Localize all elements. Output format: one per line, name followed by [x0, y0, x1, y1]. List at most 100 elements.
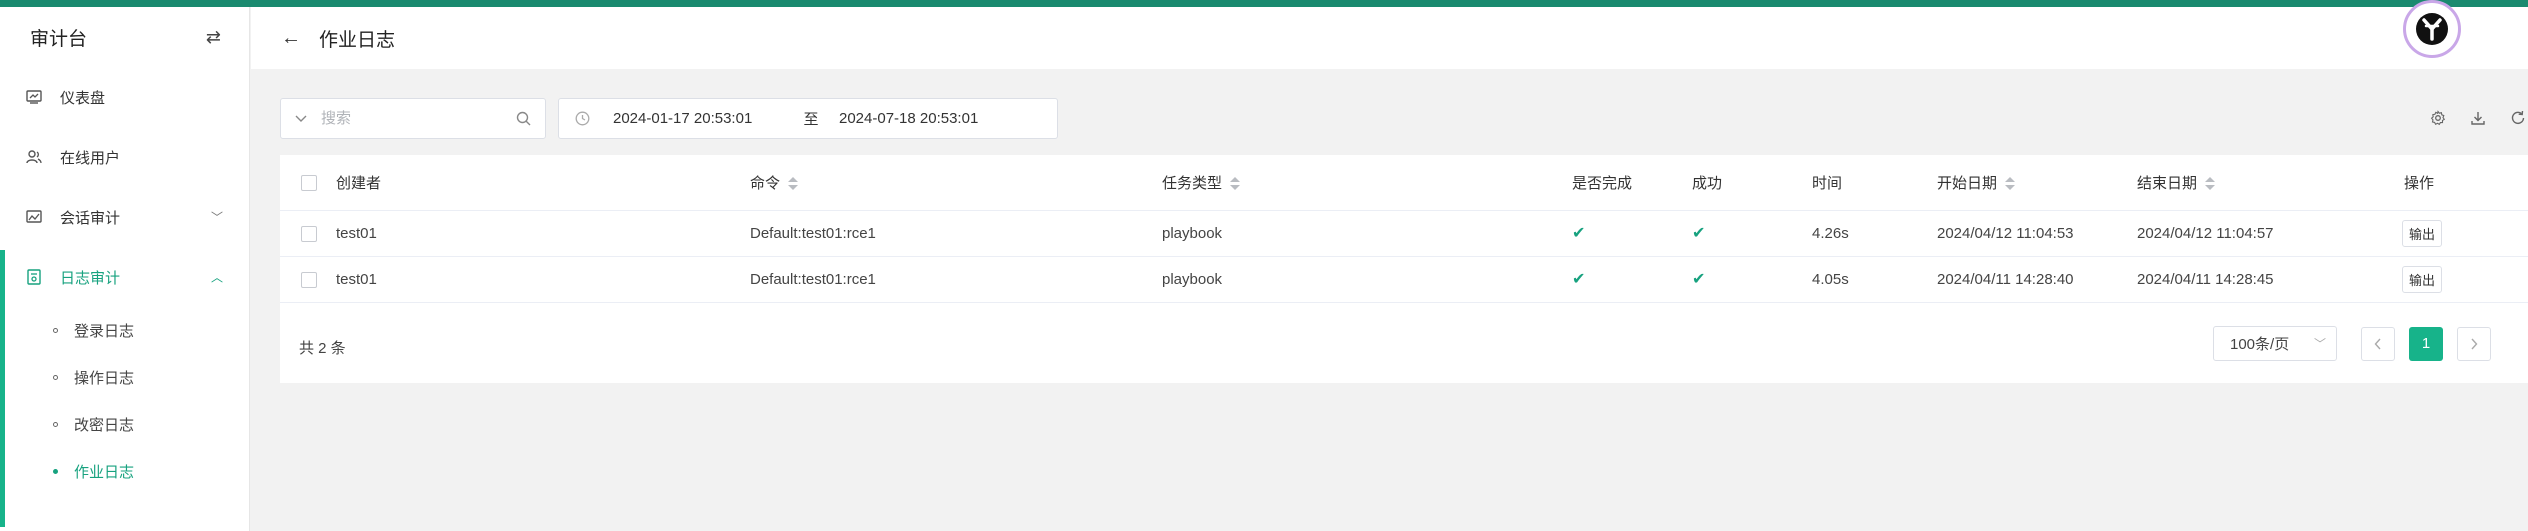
date-end[interactable]: 2024-07-18 20:53:01: [839, 110, 1029, 127]
check-icon: ✔: [1572, 225, 1586, 242]
bullet-icon: [53, 328, 58, 333]
check-icon: ✔: [1572, 271, 1586, 288]
sidebar-item-label: 日志审计: [60, 269, 121, 287]
check-icon: ✔: [1692, 225, 1706, 242]
cell-time: 4.26s: [1812, 210, 1937, 257]
settings-icon[interactable]: [2428, 108, 2448, 128]
page-number-current[interactable]: 1: [2409, 326, 2443, 361]
table-row: test01 Default:test01:rce1 playbook ✔ ✔ …: [280, 256, 2528, 303]
back-arrow-icon[interactable]: ←: [281, 27, 301, 50]
sidebar-item-label: 会话审计: [60, 209, 121, 227]
chevron-right-icon: [2471, 338, 2478, 349]
chevron-up-icon: ︿: [210, 270, 223, 285]
sidebar-item-dashboard[interactable]: 仪表盘: [0, 67, 249, 127]
cell-task-type: playbook: [1162, 210, 1572, 257]
sidebar-subitem-label: 改密日志: [74, 417, 135, 434]
sidebar-subitem-login-log[interactable]: 登录日志: [0, 307, 249, 354]
sidebar-header: 审计台 ⇄: [0, 7, 249, 67]
table-header-row: 创建者 命令 任务类型 是否完成 成功 时间 开始日期 结束日期 操作: [280, 155, 2528, 211]
users-icon: [24, 147, 44, 167]
bullet-icon: [53, 469, 58, 474]
table-row: test01 Default:test01:rce1 playbook ✔ ✔ …: [280, 210, 2528, 257]
column-header-finished: 是否完成: [1572, 155, 1692, 211]
avatar[interactable]: [2403, 0, 2461, 58]
pagination: 100条/页 ﹀ 1: [2213, 326, 2491, 361]
job-log-table: 创建者 命令 任务类型 是否完成 成功 时间 开始日期 结束日期 操作 test…: [280, 155, 2528, 303]
search-box: [280, 98, 546, 139]
cell-task-type: playbook: [1162, 256, 1572, 303]
date-start[interactable]: 2024-01-17 20:53:01: [613, 110, 783, 127]
toolbar: 2024-01-17 20:53:01 至 2024-07-18 20:53:0…: [280, 98, 2528, 139]
column-header-success: 成功: [1692, 155, 1812, 211]
sidebar-subitem-operation-log[interactable]: 操作日志: [0, 354, 249, 401]
date-separator: 至: [803, 111, 819, 128]
top-accent-bar: [0, 0, 2528, 7]
sidebar: 审计台 ⇄ 仪表盘 在线用户 会话审计 ﹀ 日志审计 ︿ 登录日志 操作日志 改…: [0, 7, 250, 531]
sidebar-item-label: 在线用户: [60, 149, 121, 167]
brand-logo-icon: [2416, 13, 2448, 45]
chevron-left-icon: [2374, 338, 2381, 349]
next-page-button[interactable]: [2457, 326, 2491, 361]
sidebar-subitem-password-log[interactable]: 改密日志: [0, 401, 249, 448]
column-header-creator: 创建者: [336, 155, 750, 211]
sidebar-item-log-audit[interactable]: 日志审计 ︿: [0, 247, 249, 307]
sidebar-item-label: 仪表盘: [60, 89, 106, 107]
clock-icon: [567, 111, 597, 126]
row-checkbox[interactable]: [301, 271, 317, 288]
output-button[interactable]: 输出: [2402, 219, 2443, 247]
cell-command: Default:test01:rce1: [750, 256, 1162, 303]
page-size-select[interactable]: 100条/页 ﹀: [2213, 326, 2337, 361]
bullet-icon: [53, 422, 58, 427]
chevron-down-icon: ﹀: [210, 210, 223, 225]
search-filter-dropdown-icon[interactable]: [281, 115, 321, 123]
sidebar-subitem-label: 操作日志: [74, 370, 135, 387]
sidebar-subitem-label: 作业日志: [74, 464, 135, 481]
cell-end-date: 2024/04/12 11:04:57: [2137, 210, 2392, 257]
chevron-down-icon: ﹀: [2313, 337, 2326, 351]
column-header-time: 时间: [1812, 155, 1937, 211]
column-header-action: 操作: [2392, 155, 2528, 211]
table-footer: 共 2 条 100条/页 ﹀ 1: [280, 322, 2528, 372]
cell-end-date: 2024/04/11 14:28:45: [2137, 256, 2392, 303]
app-title: 审计台: [30, 28, 88, 50]
page-size-value: 100条/页: [2230, 336, 2290, 353]
cell-creator: test01: [336, 210, 750, 257]
cell-start-date: 2024/04/12 11:04:53: [1937, 210, 2137, 257]
check-icon: ✔: [1692, 271, 1706, 288]
sidebar-subitem-label: 登录日志: [74, 323, 135, 340]
job-log-table-panel: 创建者 命令 任务类型 是否完成 成功 时间 开始日期 结束日期 操作 test…: [280, 155, 2528, 383]
page-header: ← 作业日志: [251, 0, 2528, 69]
column-header-command[interactable]: 命令: [750, 155, 1162, 211]
prev-page-button[interactable]: [2361, 326, 2395, 361]
log-icon: [24, 267, 44, 287]
cell-creator: test01: [336, 256, 750, 303]
session-icon: [24, 207, 44, 227]
search-icon[interactable]: [516, 111, 531, 129]
sort-icon[interactable]: [2205, 177, 2216, 191]
sort-icon[interactable]: [788, 177, 799, 191]
bullet-icon: [53, 375, 58, 380]
dashboard-icon: [24, 87, 44, 107]
sidebar-item-session-audit[interactable]: 会话审计 ﹀: [0, 187, 249, 247]
swap-icon[interactable]: ⇄: [206, 27, 221, 48]
active-indicator: [0, 250, 5, 527]
column-header-task-type[interactable]: 任务类型: [1162, 155, 1572, 211]
page-title: 作业日志: [319, 29, 396, 51]
table-tools: [2428, 108, 2528, 128]
column-header-start-date[interactable]: 开始日期: [1937, 155, 2137, 211]
sort-icon[interactable]: [1230, 177, 1241, 191]
row-checkbox[interactable]: [301, 225, 317, 242]
sort-icon[interactable]: [2005, 177, 2016, 191]
date-range-picker[interactable]: 2024-01-17 20:53:01 至 2024-07-18 20:53:0…: [558, 98, 1058, 139]
cell-command: Default:test01:rce1: [750, 210, 1162, 257]
column-header-end-date[interactable]: 结束日期: [2137, 155, 2392, 211]
refresh-icon[interactable]: [2508, 108, 2528, 128]
output-button[interactable]: 输出: [2402, 265, 2443, 293]
cell-time: 4.05s: [1812, 256, 1937, 303]
sidebar-item-online-users[interactable]: 在线用户: [0, 127, 249, 187]
sidebar-subitem-job-log[interactable]: 作业日志: [0, 448, 249, 495]
cell-start-date: 2024/04/11 14:28:40: [1937, 256, 2137, 303]
search-input[interactable]: [321, 110, 501, 127]
select-all-checkbox[interactable]: [301, 174, 317, 191]
download-icon[interactable]: [2468, 108, 2488, 128]
